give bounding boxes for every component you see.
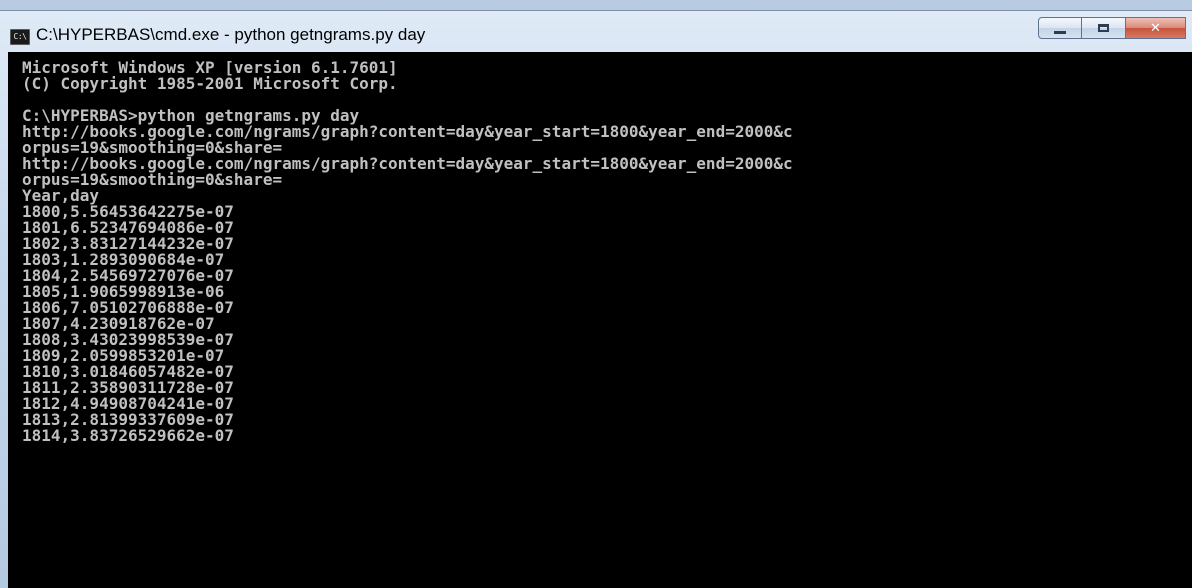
window-controls: ✕ [1038,17,1186,41]
console-line: (C) Copyright 1985-2001 Microsoft Corp. [22,74,398,93]
close-icon: ✕ [1150,20,1161,36]
window-title: C:\HYPERBAS\cmd.exe - python getngrams.p… [36,25,426,44]
console-output[interactable]: Microsoft Windows XP [version 6.1.7601] … [8,52,1192,588]
console-line: 1814,3.83726529662e-07 [22,426,234,445]
cmd-icon[interactable]: C:\ [10,29,30,45]
maximize-button[interactable] [1082,17,1126,39]
maximize-icon [1098,24,1109,32]
minimize-button[interactable] [1038,17,1082,39]
minimize-icon [1054,30,1066,34]
close-button[interactable]: ✕ [1126,17,1186,39]
cmd-window: C:\ C:\HYPERBAS\cmd.exe - python getngra… [0,10,1192,588]
title-bar[interactable]: C:\ C:\HYPERBAS\cmd.exe - python getngra… [0,11,1192,53]
